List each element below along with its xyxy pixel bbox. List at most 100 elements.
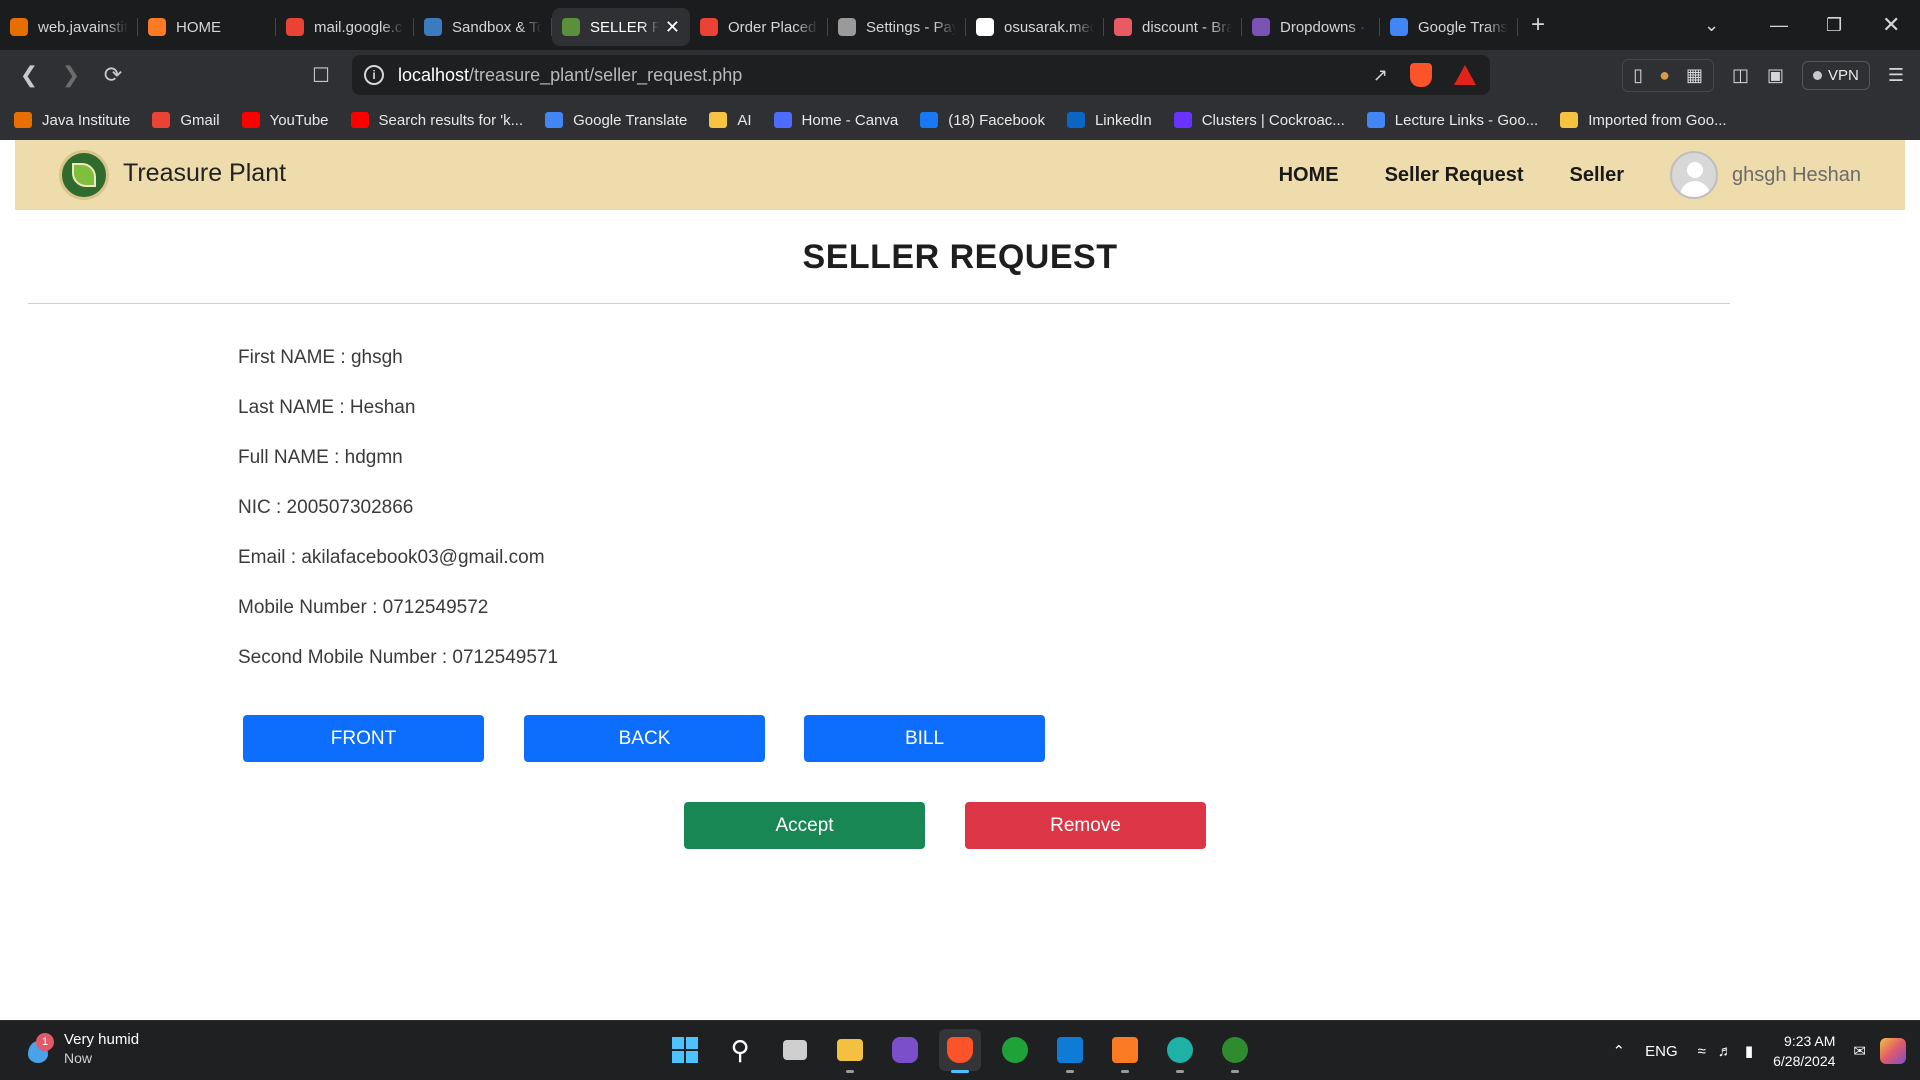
start-windows-icon[interactable] [664, 1029, 706, 1071]
clock[interactable]: 9:23 AM 6/28/2024 [1773, 1031, 1835, 1071]
bookmark-icon[interactable]: ☐ [300, 63, 342, 88]
back-arrow-icon[interactable]: ❮ [8, 62, 50, 88]
new-tab-button[interactable]: + [1518, 11, 1558, 39]
nav-seller-link[interactable]: Seller [1570, 164, 1624, 187]
remove-button[interactable]: Remove [965, 802, 1206, 849]
tab-label: Sandbox & To [452, 18, 542, 36]
bookmark-item[interactable]: Java Institute [14, 112, 130, 129]
browser-tab[interactable]: SELLER R ✕ [552, 8, 690, 46]
weather-widget[interactable]: 1 Very humid Now [22, 1031, 139, 1066]
photo-app-icon[interactable] [884, 1029, 926, 1071]
browser-tab[interactable]: mail.google.c [276, 8, 414, 46]
bookmark-item[interactable]: Home - Canva [773, 111, 899, 129]
browser-tab[interactable]: Dropdowns · [1242, 8, 1380, 46]
hs-app-icon[interactable] [1214, 1029, 1256, 1073]
front-button[interactable]: FRONT [243, 715, 484, 762]
detail-nic: NIC : 200507302866 [238, 497, 414, 518]
brave-shields-icon[interactable] [1410, 63, 1432, 87]
vpn-label: VPN [1828, 66, 1859, 84]
tab-label: discount - Bra [1142, 18, 1232, 36]
edge-icon[interactable] [1159, 1029, 1201, 1073]
bookmark-item[interactable]: Gmail [152, 111, 220, 129]
brave-rewards-icon[interactable] [1454, 65, 1476, 85]
volume-icon[interactable]: ♬ [1718, 1043, 1733, 1060]
browser-tab[interactable]: Google Transl [1380, 8, 1518, 46]
page-content: Treasure Plant HOME Seller Request Selle… [0, 140, 1920, 1020]
xbox-icon[interactable] [994, 1029, 1036, 1071]
brave-browser-icon[interactable] [939, 1029, 981, 1073]
address-url[interactable]: localhost/treasure_plant/seller_request.… [398, 65, 742, 86]
vpn-status-icon [1813, 70, 1823, 80]
minimize-window-button[interactable]: — [1770, 0, 1788, 50]
browser-tab-strip: web.javainstit HOME mail.google.c Sandbox &… [0, 0, 1920, 50]
nav-home-link[interactable]: HOME [1279, 164, 1339, 187]
user-profile[interactable]: ghsgh Heshan [1670, 151, 1861, 199]
treasure-plant-logo-icon[interactable] [59, 150, 109, 200]
browser-tab[interactable]: discount - Bra [1104, 8, 1242, 46]
bookmark-item[interactable]: Search results for 'k... [350, 112, 523, 129]
detail-email: Email : akilafacebook03@gmail.com [238, 547, 545, 568]
browser-tab[interactable]: HOME [138, 8, 276, 46]
bookmark-label: Gmail [180, 111, 220, 129]
tab-label: SELLER R [590, 18, 659, 36]
bookmark-item[interactable]: Clusters | Cockroac... [1173, 112, 1345, 129]
browser-tab[interactable]: Settings - Pay [828, 8, 966, 46]
address-bar[interactable]: i localhost/treasure_plant/seller_reques… [352, 55, 1490, 95]
task-view-icon[interactable] [774, 1029, 816, 1071]
bookmark-item[interactable]: Google Translate [545, 112, 687, 129]
clock-time: 9:23 AM [1784, 1033, 1836, 1049]
bill-button[interactable]: BILL [804, 715, 1045, 762]
bookmark-item[interactable]: Lecture Links - Goo... [1366, 112, 1538, 129]
extensions-puzzle-icon[interactable]: ▦ [1686, 65, 1703, 86]
restore-window-button[interactable]: ❐ [1826, 0, 1842, 50]
sidebar-toggle-icon[interactable]: ◫ [1732, 65, 1749, 86]
site-brand[interactable]: Treasure Plant [123, 159, 286, 188]
bookmark-label: Java Institute [42, 111, 131, 129]
language-indicator[interactable]: ENG [1645, 1043, 1678, 1060]
vpn-button[interactable]: VPN [1802, 60, 1870, 90]
gmail-icon [700, 18, 718, 36]
site-info-icon[interactable]: i [364, 65, 384, 85]
copilot-icon[interactable] [1880, 1038, 1906, 1064]
browser-tab[interactable]: Order Placed [690, 8, 828, 46]
vscode-icon[interactable] [1049, 1029, 1091, 1073]
mobile-device-icon[interactable]: ▯ [1633, 65, 1643, 86]
bookmark-label: Google Translate [573, 111, 688, 129]
wifi-icon[interactable]: ≈ [1698, 1043, 1706, 1060]
bookmark-item[interactable]: Imported from Goo... [1560, 111, 1727, 129]
browser-tab[interactable]: osusarak.med [966, 8, 1104, 46]
reload-icon[interactable]: ⟳ [92, 62, 134, 88]
forward-arrow-icon[interactable]: ❯ [50, 62, 92, 88]
wallet-icon[interactable]: ▣ [1767, 65, 1784, 86]
nav-seller-request-link[interactable]: Seller Request [1385, 164, 1524, 187]
java-icon [10, 18, 28, 36]
share-icon[interactable]: ↗ [1373, 65, 1388, 86]
bookmark-item[interactable]: AI [709, 112, 752, 129]
bookmark-item[interactable]: LinkedIn [1066, 112, 1152, 129]
bookmark-label: Home - Canva [801, 111, 899, 129]
cookie-icon[interactable]: ● [1659, 65, 1670, 86]
notification-bell-icon[interactable]: ✉ [1853, 1042, 1866, 1060]
tab-label: Order Placed [728, 18, 817, 36]
browser-tab[interactable]: Sandbox & To [414, 8, 552, 46]
close-window-button[interactable]: ✕ [1882, 0, 1900, 50]
tray-overflow-chevron-icon[interactable]: ⌃ [1613, 1042, 1626, 1060]
battery-icon[interactable]: ▮ [1745, 1042, 1753, 1060]
tab-search-chevron-icon[interactable]: ⌄ [1704, 0, 1719, 50]
menu-hamburger-icon[interactable]: ☰ [1888, 65, 1904, 86]
avatar[interactable] [1670, 151, 1719, 199]
file-explorer-icon[interactable] [829, 1029, 871, 1073]
page-title: SELLER REQUEST [802, 238, 1118, 276]
bookmarks-bar: Java Institute Gmail YouTube Search results… [0, 100, 1920, 140]
search-icon[interactable]: ⚲ [719, 1029, 761, 1071]
tab-close-icon[interactable]: ✕ [665, 17, 680, 38]
browser-tab[interactable]: web.javainstit [0, 8, 138, 46]
back-button[interactable]: BACK [524, 715, 765, 762]
title-divider [28, 303, 1730, 304]
weather-title: Very humid [64, 1031, 140, 1048]
bookmark-label: Imported from Goo... [1588, 111, 1727, 129]
accept-button[interactable]: Accept [684, 802, 925, 849]
bookmark-item[interactable]: YouTube [241, 112, 329, 129]
xampp-icon[interactable] [1104, 1029, 1146, 1073]
bookmark-item[interactable]: (18) Facebook [920, 112, 1045, 129]
